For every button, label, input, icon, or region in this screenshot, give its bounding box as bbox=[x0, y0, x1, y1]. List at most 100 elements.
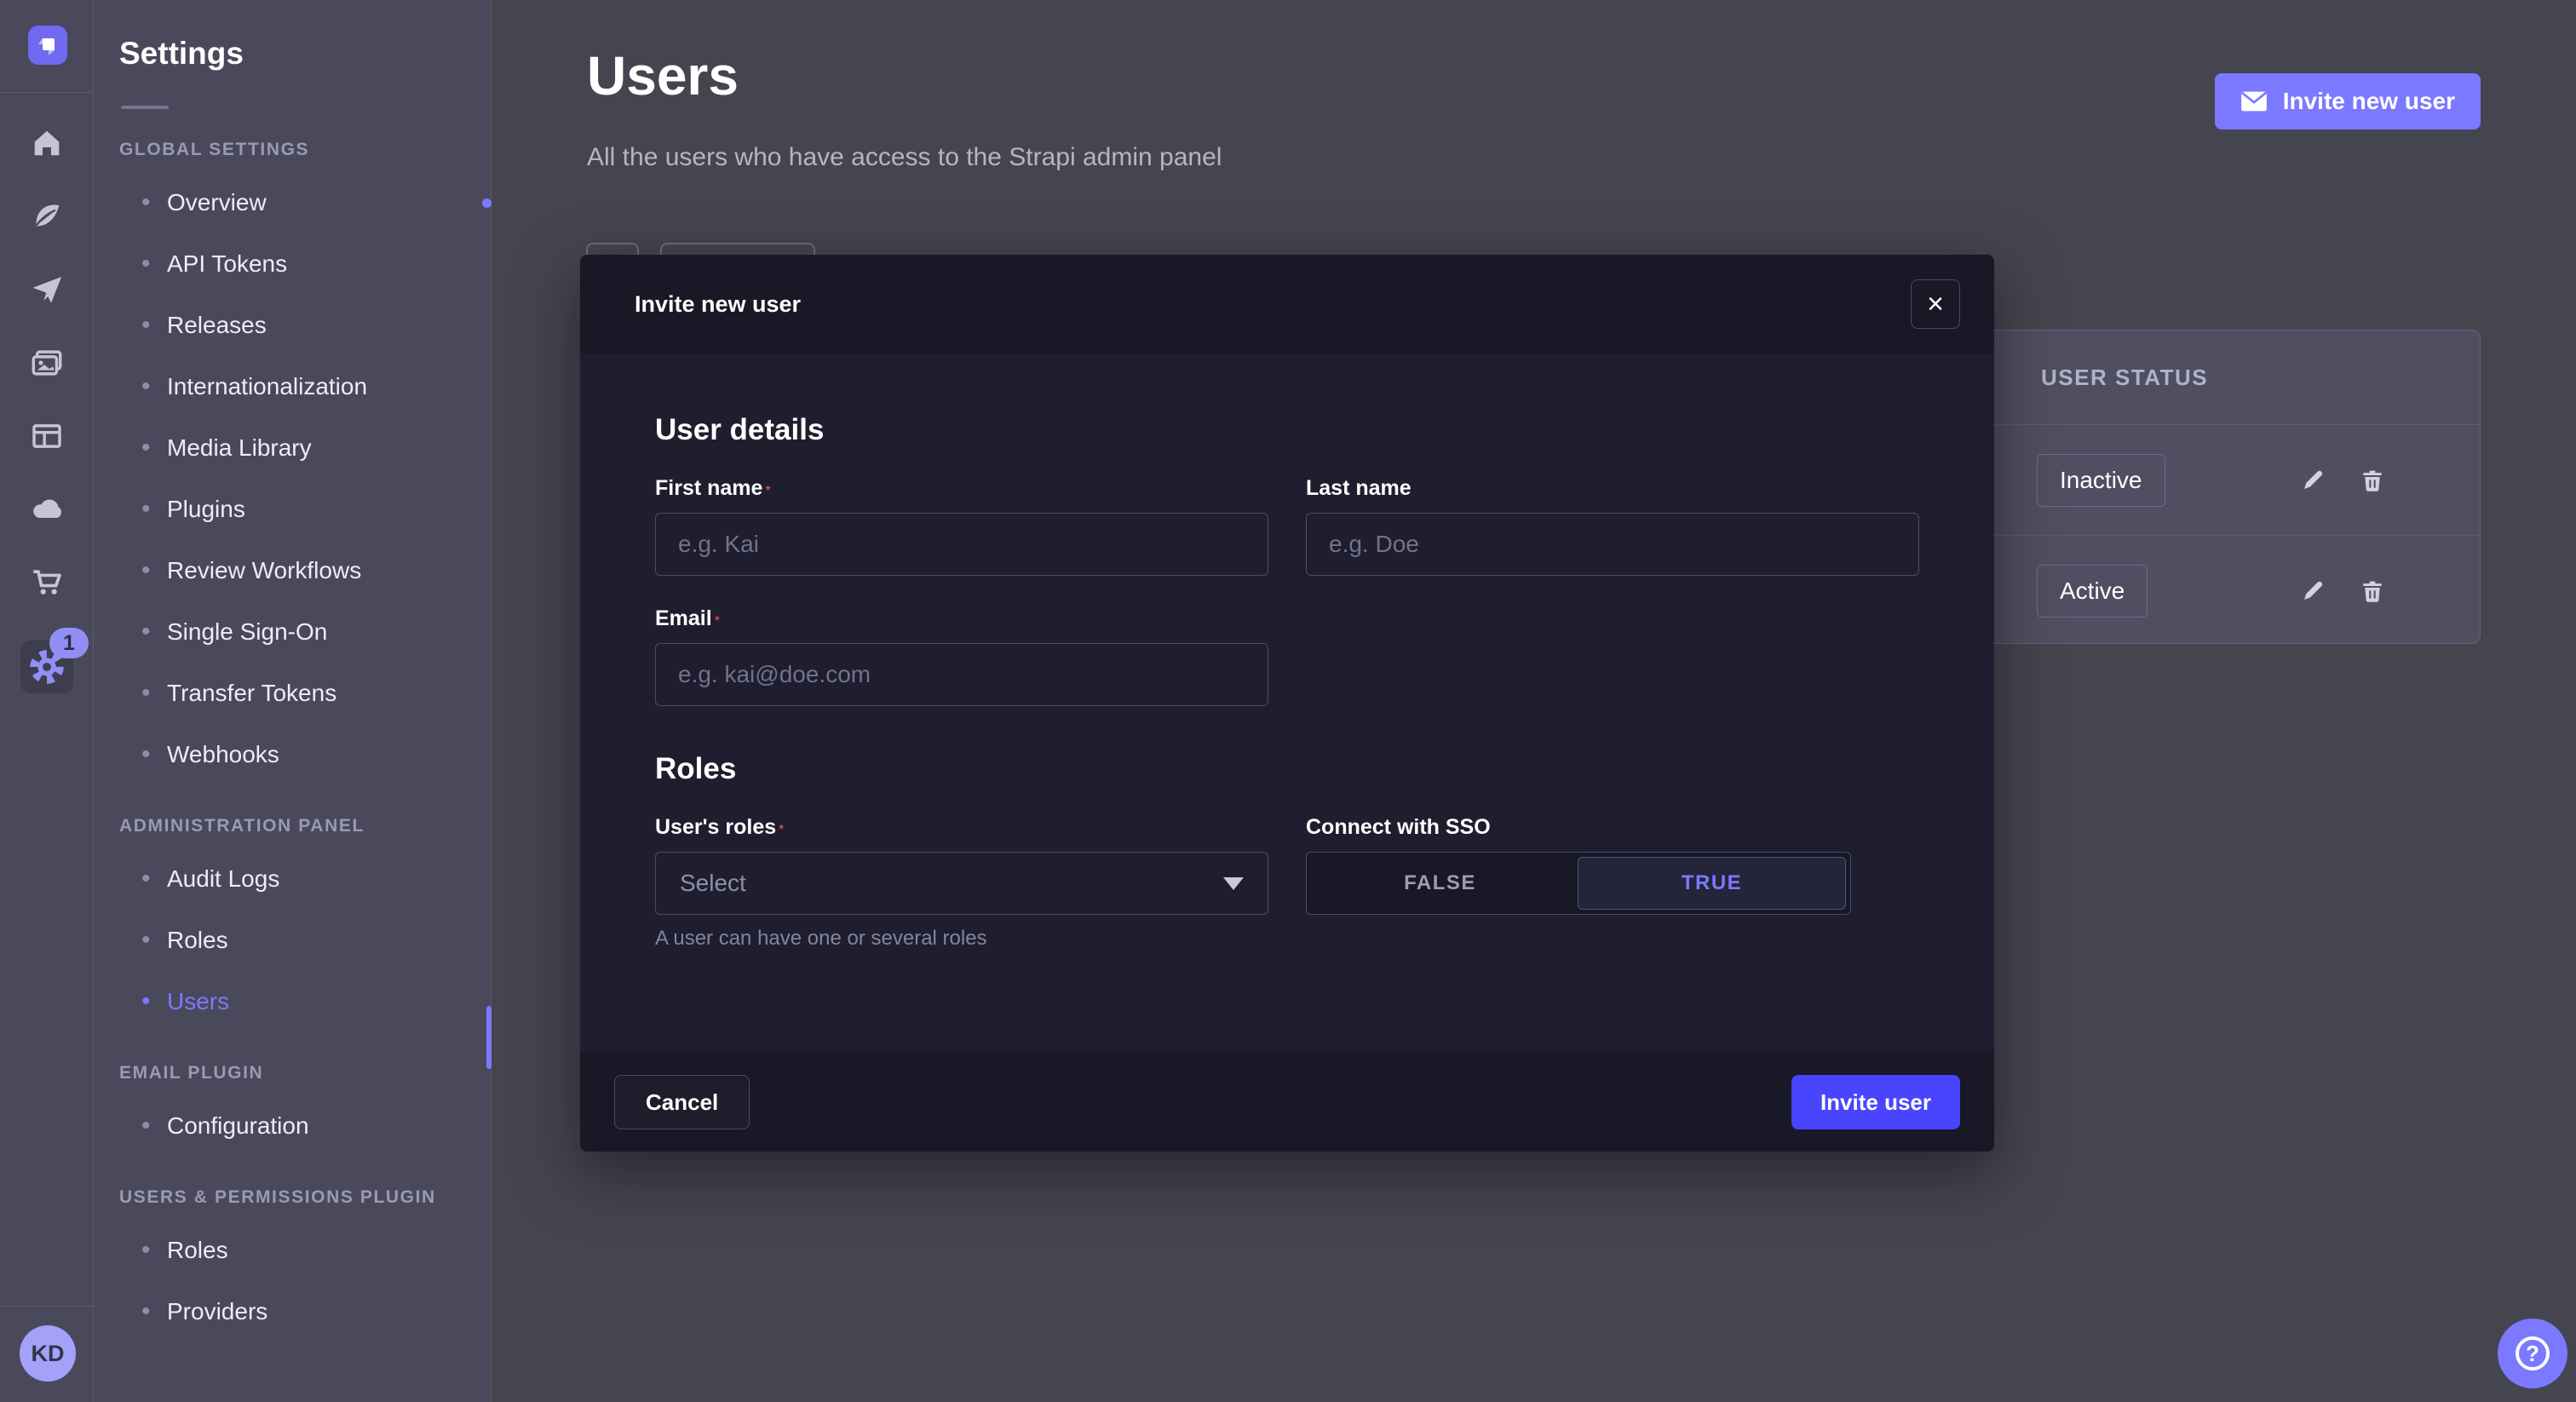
invite-user-modal: Invite new user × User details First nam… bbox=[580, 255, 1994, 1152]
sidebar-item-users[interactable]: •Users bbox=[119, 971, 491, 1032]
modal-header: Invite new user × bbox=[580, 255, 1994, 353]
icon-rail: 1 KD bbox=[0, 0, 94, 1402]
user-details-heading: User details bbox=[655, 413, 1919, 447]
settings-sidebar: Settings GLOBAL SETTINGS •Overview •API … bbox=[94, 0, 492, 1402]
invite-user-submit-button[interactable]: Invite user bbox=[1791, 1075, 1960, 1129]
bullet-icon: • bbox=[141, 1297, 151, 1326]
sso-toggle: FALSE TRUE bbox=[1306, 852, 1851, 915]
sidebar-item-single-sign-on[interactable]: •Single Sign-On bbox=[119, 601, 491, 663]
email-label: Email bbox=[655, 606, 712, 630]
sidebar-item-webhooks[interactable]: •Webhooks bbox=[119, 724, 491, 785]
section-email-plugin: EMAIL PLUGIN bbox=[119, 1063, 491, 1083]
bullet-icon: • bbox=[141, 372, 151, 401]
sidebar-item-roles-up[interactable]: •Roles bbox=[119, 1220, 491, 1281]
sidebar-item-api-tokens[interactable]: •API Tokens bbox=[119, 233, 491, 295]
sidebar-item-roles-admin[interactable]: •Roles bbox=[119, 910, 491, 971]
first-name-label: First name bbox=[655, 476, 762, 500]
section-users-permissions-plugin: USERS & PERMISSIONS PLUGIN bbox=[119, 1187, 491, 1208]
delete-trash-icon[interactable] bbox=[2352, 460, 2393, 501]
users-roles-select[interactable]: Select bbox=[655, 852, 1268, 915]
page-title: Users bbox=[587, 44, 739, 107]
close-icon[interactable]: × bbox=[1911, 279, 1960, 329]
title-divider bbox=[121, 106, 169, 109]
strapi-logo-icon[interactable] bbox=[28, 26, 67, 65]
required-asterisk: * bbox=[765, 484, 770, 498]
first-name-field[interactable] bbox=[655, 513, 1268, 576]
sidebar-item-overview[interactable]: •Overview bbox=[119, 172, 491, 233]
last-name-label: Last name bbox=[1306, 476, 1412, 500]
section-administration-panel: ADMINISTRATION PANEL bbox=[119, 816, 491, 836]
sso-label: Connect with SSO bbox=[1306, 815, 1491, 839]
delete-trash-icon[interactable] bbox=[2352, 571, 2393, 612]
status-badge: Active bbox=[2037, 565, 2148, 618]
bullet-icon: • bbox=[141, 618, 151, 646]
media-library-icon[interactable] bbox=[23, 339, 71, 387]
active-item-indicator bbox=[486, 1006, 492, 1069]
sso-field-group: Connect with SSO FALSE TRUE bbox=[1306, 815, 1919, 951]
bullet-icon: • bbox=[141, 679, 151, 708]
sidebar-item-transfer-tokens[interactable]: •Transfer Tokens bbox=[119, 663, 491, 724]
sidebar-item-configuration[interactable]: •Configuration bbox=[119, 1095, 491, 1157]
sidebar-item-audit-logs[interactable]: •Audit Logs bbox=[119, 848, 491, 910]
sso-toggle-true[interactable]: TRUE bbox=[1578, 857, 1846, 910]
strapi-logo-glyph bbox=[35, 32, 60, 58]
edit-pencil-icon[interactable] bbox=[2292, 571, 2333, 612]
paper-plane-icon[interactable] bbox=[23, 266, 71, 313]
feather-icon[interactable] bbox=[23, 192, 71, 240]
edit-pencil-icon[interactable] bbox=[2292, 460, 2333, 501]
select-placeholder: Select bbox=[680, 870, 746, 897]
first-name-field-group: First name* bbox=[655, 476, 1268, 576]
bullet-icon: • bbox=[141, 495, 151, 524]
invite-new-user-button[interactable]: Invite new user bbox=[2215, 73, 2481, 129]
bullet-icon: • bbox=[141, 987, 151, 1016]
users-roles-field-group: User's roles* Select A user can have one… bbox=[655, 815, 1268, 951]
question-mark-icon: ? bbox=[2516, 1336, 2550, 1370]
sidebar-item-internationalization[interactable]: •Internationalization bbox=[119, 356, 491, 417]
cancel-button[interactable]: Cancel bbox=[614, 1075, 750, 1129]
bullet-icon: • bbox=[141, 865, 151, 893]
home-icon[interactable] bbox=[23, 119, 71, 167]
email-field[interactable] bbox=[655, 643, 1268, 706]
sidebar-item-releases[interactable]: •Releases bbox=[119, 295, 491, 356]
roles-helper-text: A user can have one or several roles bbox=[655, 927, 1268, 951]
strapi-admin-app: 1 KD Settings GLOBAL SETTINGS •Overview … bbox=[0, 0, 2576, 1402]
column-user-status: USER STATUS bbox=[2041, 330, 2208, 424]
bullet-icon: • bbox=[141, 1236, 151, 1265]
modal-title: Invite new user bbox=[635, 291, 801, 318]
bullet-icon: • bbox=[141, 926, 151, 955]
rail-divider bbox=[0, 92, 93, 93]
last-name-field-group: Last name bbox=[1306, 476, 1919, 576]
sidebar-item-media-library[interactable]: •Media Library bbox=[119, 417, 491, 479]
help-button[interactable]: ? bbox=[2498, 1319, 2567, 1388]
bullet-icon: • bbox=[141, 311, 151, 340]
cloud-icon[interactable] bbox=[23, 486, 71, 533]
page-subtitle: All the users who have access to the Str… bbox=[587, 143, 1222, 172]
bullet-icon: • bbox=[141, 556, 151, 585]
required-asterisk: * bbox=[779, 823, 784, 837]
sidebar-item-providers[interactable]: •Providers bbox=[119, 1281, 491, 1342]
rail-bottom-divider bbox=[0, 1306, 93, 1307]
sidebar-item-review-workflows[interactable]: •Review Workflows bbox=[119, 540, 491, 601]
bullet-icon: • bbox=[141, 740, 151, 769]
envelope-icon bbox=[2240, 90, 2268, 112]
modal-footer: Cancel Invite user bbox=[580, 1053, 1994, 1152]
email-field-group: Email* bbox=[655, 606, 1268, 706]
last-name-field[interactable] bbox=[1306, 513, 1919, 576]
marketplace-cart-icon[interactable] bbox=[23, 559, 71, 606]
sidebar-item-plugins[interactable]: •Plugins bbox=[119, 479, 491, 540]
content-panel-icon[interactable] bbox=[23, 412, 71, 460]
user-avatar[interactable]: KD bbox=[20, 1325, 76, 1382]
status-badge: Inactive bbox=[2037, 454, 2165, 507]
notification-dot bbox=[482, 198, 492, 208]
section-global-settings: GLOBAL SETTINGS bbox=[119, 140, 491, 160]
users-roles-label: User's roles bbox=[655, 815, 776, 839]
bullet-icon: • bbox=[141, 1112, 151, 1141]
chevron-down-icon bbox=[1223, 877, 1244, 890]
bullet-icon: • bbox=[141, 250, 151, 279]
roles-heading: Roles bbox=[655, 752, 1919, 786]
required-asterisk: * bbox=[715, 614, 720, 629]
sso-toggle-false[interactable]: FALSE bbox=[1307, 853, 1573, 914]
modal-body: User details First name* Last name Email… bbox=[580, 353, 1994, 1053]
bullet-icon: • bbox=[141, 434, 151, 463]
settings-notification-badge: 1 bbox=[49, 628, 89, 658]
